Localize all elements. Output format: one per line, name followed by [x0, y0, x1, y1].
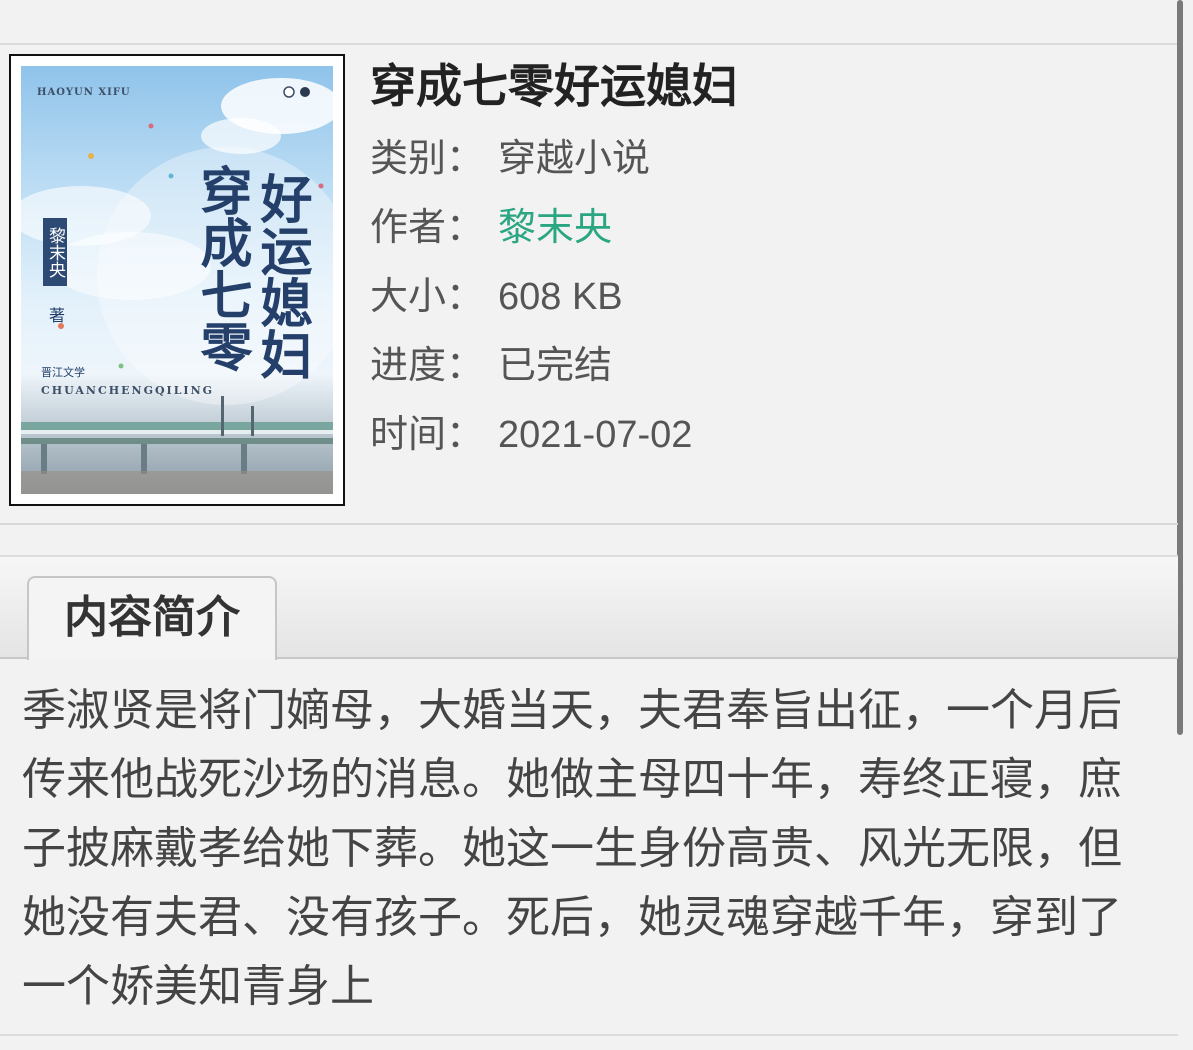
- cover-pinyin-top: HAOYUN XIFU: [37, 87, 131, 98]
- category-value[interactable]: 穿越小说: [498, 138, 650, 180]
- meta-row-size: 大小： 608 KB: [370, 272, 623, 322]
- tab-content-intro[interactable]: 内容简介: [27, 576, 277, 660]
- progress-label: 进度：: [370, 345, 485, 387]
- time-label: 时间：: [370, 414, 485, 456]
- bottom-divider: [0, 1034, 1178, 1036]
- cover-title-left-column: 穿成七零: [191, 164, 252, 372]
- cover-author-suffix: 著: [49, 306, 66, 325]
- book-title: 穿成七零好运媳妇: [370, 60, 738, 112]
- author-link[interactable]: 黎末央: [498, 207, 612, 249]
- book-summary: 季淑贤是将门嫡母，大婚当天，夫君奉旨出征，一个月后传来他战死沙场的消息。她做主母…: [22, 686, 1122, 1011]
- time-value: 2021-07-02: [498, 414, 693, 456]
- category-label: 类别：: [370, 138, 485, 180]
- meta-row-author: 作者： 黎末央: [370, 203, 612, 253]
- book-cover-frame[interactable]: HAOYUN XIFU 穿成七零 好运媳妇 黎末央 著 晋江文学 CHUANCH…: [9, 54, 345, 506]
- top-divider: [0, 43, 1178, 45]
- book-cover-image: HAOYUN XIFU 穿成七零 好运媳妇 黎末央 著 晋江文学 CHUANCH…: [21, 66, 333, 494]
- author-label: 作者：: [370, 207, 485, 249]
- size-label: 大小：: [370, 276, 485, 318]
- cover-author-tag: 黎末央: [43, 218, 67, 286]
- meta-row-category: 类别： 穿越小说: [370, 134, 650, 184]
- meta-row-progress: 进度： 已完结: [370, 341, 612, 391]
- cover-publisher: 晋江文学: [41, 366, 85, 379]
- book-detail-page: HAOYUN XIFU 穿成七零 好运媳妇 黎末央 著 晋江文学 CHUANCH…: [0, 0, 1193, 1050]
- meta-row-time: 时间： 2021-07-02: [370, 410, 692, 460]
- section-divider: [0, 523, 1178, 525]
- progress-value: 已完结: [498, 345, 613, 387]
- cover-title-right-column: 好运媳妇: [251, 172, 312, 380]
- size-value: 608 KB: [498, 276, 623, 318]
- cover-pinyin-bottom: CHUANCHENGQILING: [41, 384, 215, 397]
